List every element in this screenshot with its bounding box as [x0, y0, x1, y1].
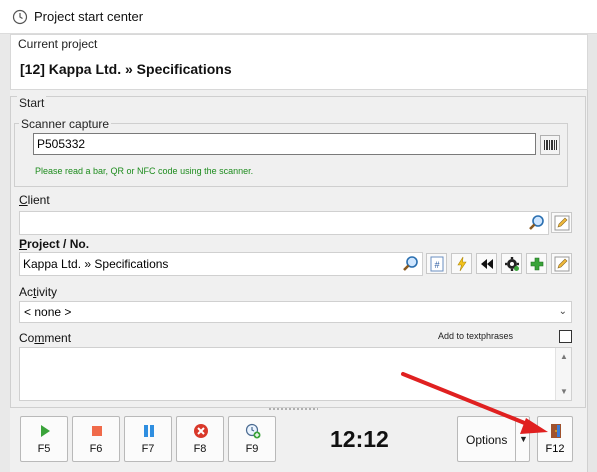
start-group-label: Start: [17, 96, 47, 110]
f6-stop-button[interactable]: F6: [72, 416, 120, 462]
options-button[interactable]: Options ▼: [457, 416, 530, 462]
scanner-hint: Please read a bar, QR or NFC code using …: [35, 166, 254, 176]
elapsed-timer: 12:12: [330, 426, 389, 452]
f5-start-button[interactable]: F5: [20, 416, 68, 462]
activity-dropdown[interactable]: < none > ⌄: [19, 301, 572, 323]
clock-add-icon: [245, 423, 261, 439]
options-dropdown-icon[interactable]: ▼: [519, 434, 528, 444]
svg-text:#: #: [434, 260, 439, 270]
comment-scrollbar[interactable]: ▲ ▼: [555, 348, 571, 400]
barcode-icon[interactable]: [540, 135, 560, 155]
scanner-group-label: Scanner capture: [19, 117, 112, 131]
current-project-label: Current project: [18, 37, 98, 51]
current-project-panel: Current project [12] Kappa Ltd. » Specif…: [10, 34, 588, 90]
project-edit-icon[interactable]: [551, 253, 572, 274]
f8-cancel-button[interactable]: F8: [176, 416, 224, 462]
client-edit-icon[interactable]: [551, 212, 572, 233]
project-number-icon[interactable]: #: [426, 253, 447, 274]
client-search-icon[interactable]: [527, 213, 547, 233]
exit-door-icon: [551, 424, 561, 438]
add-icon[interactable]: [526, 253, 547, 274]
chevron-down-icon: ⌄: [558, 306, 567, 317]
scanner-input[interactable]: [33, 133, 536, 155]
scroll-up-icon[interactable]: ▲: [560, 352, 568, 361]
f7-pause-button[interactable]: F7: [124, 416, 172, 462]
left-edge: [0, 34, 10, 472]
pause-icon: [144, 425, 154, 437]
add-to-textphrases-label: Add to textphrases: [438, 331, 514, 341]
f12-exit-button[interactable]: F12: [537, 416, 573, 462]
activity-value: < none >: [24, 305, 72, 319]
rewind-icon[interactable]: [476, 253, 497, 274]
project-label: Project / No.: [19, 237, 90, 251]
cancel-icon: [194, 424, 208, 438]
scroll-down-icon[interactable]: ▼: [560, 387, 568, 396]
gear-icon[interactable]: [501, 253, 522, 274]
title-bar: Project start center: [0, 0, 597, 34]
resize-grip[interactable]: [268, 407, 318, 411]
clock-icon: [12, 9, 28, 24]
play-icon: [41, 425, 50, 437]
client-label: Client: [19, 193, 50, 207]
options-split-divider: [515, 417, 516, 461]
project-search-icon[interactable]: [401, 254, 421, 274]
options-label: Options: [466, 433, 508, 447]
right-edge: [587, 34, 597, 472]
comment-textarea[interactable]: ▲ ▼: [19, 347, 572, 401]
activity-label: Activity: [19, 285, 58, 299]
project-field[interactable]: Kappa Ltd. » Specifications: [19, 252, 423, 276]
stop-icon: [92, 426, 102, 436]
lightning-icon[interactable]: [451, 253, 472, 274]
comment-label: Comment: [19, 331, 72, 345]
window-title: Project start center: [34, 9, 144, 24]
f9-add-time-button[interactable]: F9: [228, 416, 276, 462]
current-project-value: [12] Kappa Ltd. » Specifications: [20, 61, 232, 77]
client-field[interactable]: [19, 211, 549, 235]
add-to-textphrases-checkbox[interactable]: [559, 330, 572, 343]
